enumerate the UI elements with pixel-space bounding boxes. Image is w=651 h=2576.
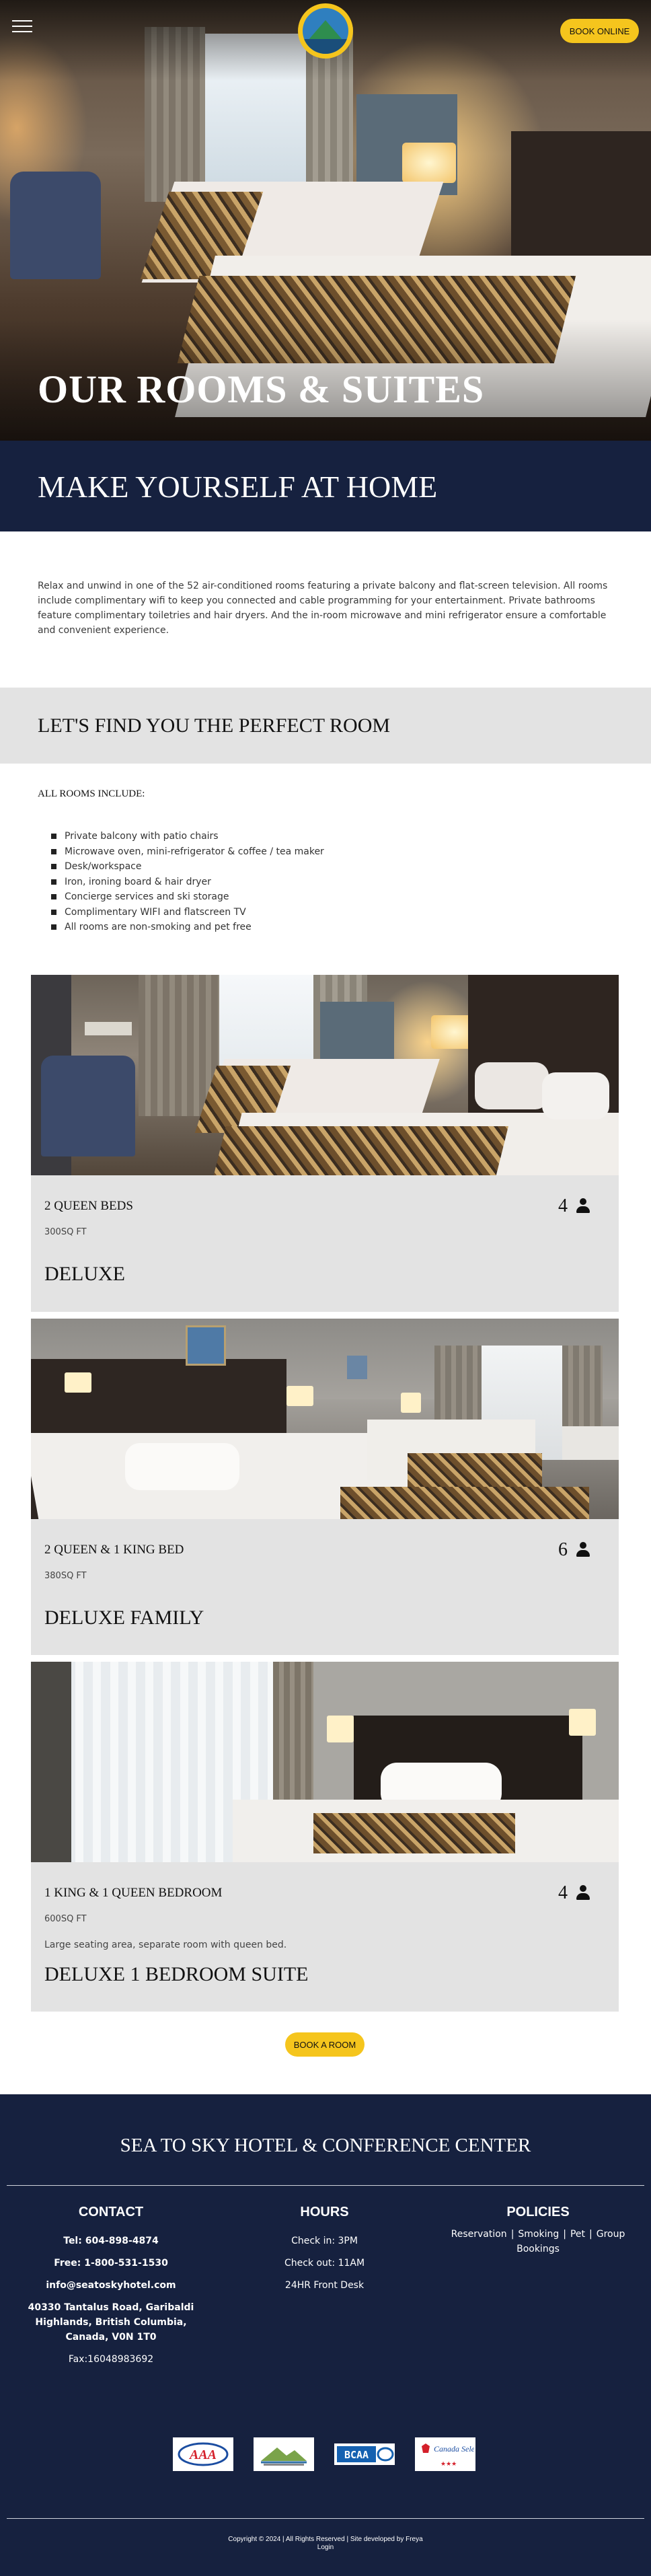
list-item: Concierge services and ski storage [51, 889, 324, 905]
footer-policies: POLICIES Reservation | Smoking | Pet | Group B… [437, 2205, 639, 2256]
regional-badge [254, 2437, 314, 2471]
accreditation-badges: AAA BCAA Canada Select ★★★ [0, 2437, 651, 2471]
menu-bar [12, 26, 32, 27]
room-name[interactable]: DELUXE FAMILY [44, 1607, 204, 1629]
login-link[interactable]: Login [0, 2544, 651, 2552]
room-size: 300SQ FT [44, 1227, 87, 1237]
mountain-icon [308, 20, 343, 40]
hero-lamp [402, 143, 456, 183]
footer-title: SEA TO SKY HOTEL & CONFERENCE CENTER [120, 2135, 531, 2156]
toll-free-link[interactable]: Free: 1-800-531-1530 [13, 2256, 208, 2271]
svg-text:★★★: ★★★ [441, 2461, 457, 2468]
aaa-logo-icon: AAA [178, 2442, 229, 2466]
room-size: 380SQ FT [44, 1571, 87, 1581]
bcaa-badge: BCAA [334, 2437, 395, 2471]
amenities-list: Private balcony with patio chairs Microw… [51, 829, 324, 935]
room-guests: 4 [558, 1195, 590, 1217]
list-item: Microwave oven, mini-refrigerator & coff… [51, 844, 324, 860]
room-card-deluxe-family[interactable]: 2 QUEEN & 1 KING BED 6 380SQ FT DELUXE F… [31, 1319, 619, 1655]
person-icon [576, 1542, 590, 1558]
room-photo [31, 975, 619, 1175]
book-a-room-button[interactable]: BOOK A ROOM [285, 2032, 365, 2057]
site-footer: SEA TO SKY HOTEL & CONFERENCE CENTER CON… [0, 2094, 651, 2576]
guest-count: 6 [558, 1539, 568, 1560]
front-desk-hours: 24HR Front Desk [284, 2280, 365, 2291]
separator: | [589, 2229, 592, 2240]
checkin-time: Check in: 3PM [291, 2236, 358, 2246]
guest-count: 4 [558, 1195, 568, 1216]
contact-heading: CONTACT [78, 2205, 144, 2219]
logo-emblem [303, 8, 348, 54]
guest-count: 4 [558, 1882, 568, 1903]
list-item: All rooms are non-smoking and pet free [51, 920, 324, 935]
room-size: 600SQ FT [44, 1914, 87, 1924]
menu-bar [12, 31, 32, 32]
hamburger-menu-icon[interactable] [12, 20, 32, 34]
hotel-logo[interactable] [298, 3, 353, 59]
fax-number: Fax:16048983692 [68, 2354, 154, 2365]
canada-select-badge: Canada Select ★★★ [415, 2437, 475, 2471]
subhero-band: MAKE YOURSELF AT HOME [0, 441, 651, 531]
list-item: Private balcony with patio chairs [51, 829, 324, 844]
footer-hours: HOURS Check in: 3PM Check out: 11AM 24HR… [249, 2205, 400, 2300]
policy-link-reservation[interactable]: Reservation [451, 2229, 507, 2240]
canada-select-logo-icon: Canada Select ★★★ [422, 2443, 474, 2468]
email-link[interactable]: info@seatoskyhotel.com [13, 2278, 208, 2293]
list-item: Iron, ironing board & hair dryer [51, 875, 324, 890]
hero-banner: BOOK ONLINE OUR ROOMS & SUITES [0, 0, 651, 441]
person-icon [576, 1198, 590, 1214]
copyright-text: Copyright © 2024 | All Rights Reserved |… [228, 2536, 423, 2543]
room-description: Large seating area, separate room with q… [44, 1940, 287, 1950]
room-name[interactable]: DELUXE 1 BEDROOM SUITE [44, 1963, 308, 1986]
phone-link[interactable]: Tel: 604-898-4874 [13, 2234, 208, 2248]
hero-armchair [10, 172, 101, 279]
menu-bar [12, 20, 32, 22]
policy-link-pet[interactable]: Pet [570, 2229, 585, 2240]
copyright: Copyright © 2024 | All Rights Reserved |… [0, 2536, 651, 2552]
room-beds: 1 KING & 1 QUEEN BEDROOM [44, 1886, 223, 1900]
sea-icon [303, 39, 348, 54]
aaa-logo-text: AAA [188, 2448, 217, 2462]
bcaa-logo-icon: BCAA [334, 2443, 395, 2465]
list-item: Desk/workspace [51, 859, 324, 875]
book-online-button[interactable]: BOOK ONLINE [560, 19, 639, 43]
footer-divider [7, 2518, 644, 2519]
mountain-logo-icon [261, 2448, 307, 2466]
person-icon [576, 1885, 590, 1901]
hours-heading: HOURS [300, 2205, 349, 2219]
room-beds: 2 QUEEN & 1 KING BED [44, 1543, 184, 1557]
room-card-deluxe-suite[interactable]: 1 KING & 1 QUEEN BEDROOM 4 600SQ FT Larg… [31, 1662, 619, 2012]
bcaa-logo-text: BCAA [344, 2449, 369, 2461]
aaa-badge: AAA [173, 2437, 233, 2471]
room-photo [31, 1319, 619, 1519]
separator: | [563, 2229, 566, 2240]
find-room-title: LET'S FIND YOU THE PERFECT ROOM [38, 714, 391, 737]
subhero-title: MAKE YOURSELF AT HOME [38, 470, 438, 504]
find-room-band: LET'S FIND YOU THE PERFECT ROOM [0, 688, 651, 764]
address-link[interactable]: 40330 Tantalus Road, Garibaldi Highlands… [13, 2300, 208, 2345]
room-beds: 2 QUEEN BEDS [44, 1199, 133, 1213]
canada-select-logo-text: Canada Select [434, 2444, 474, 2454]
footer-contact: CONTACT Tel: 604-898-4874 Free: 1-800-53… [13, 2205, 208, 2374]
room-guests: 6 [558, 1539, 590, 1561]
intro-paragraph: Relax and unwind in one of the 52 air-co… [38, 581, 608, 636]
room-name[interactable]: DELUXE [44, 1263, 125, 1286]
policies-heading: POLICIES [506, 2205, 570, 2219]
separator: | [510, 2229, 514, 2240]
footer-divider [7, 2185, 644, 2186]
policy-links: Reservation | Smoking | Pet | Group Bookings [437, 2227, 639, 2256]
checkout-time: Check out: 11AM [284, 2258, 365, 2269]
room-photo [31, 1662, 619, 1862]
page-title: OUR ROOMS & SUITES [38, 367, 485, 411]
policy-link-smoking[interactable]: Smoking [518, 2229, 559, 2240]
list-item: Complimentary WIFI and flatscreen TV [51, 905, 324, 920]
includes-heading: ALL ROOMS INCLUDE: [38, 788, 145, 799]
room-guests: 4 [558, 1882, 590, 1904]
room-card-deluxe[interactable]: 2 QUEEN BEDS 4 300SQ FT DELUXE [31, 975, 619, 1312]
